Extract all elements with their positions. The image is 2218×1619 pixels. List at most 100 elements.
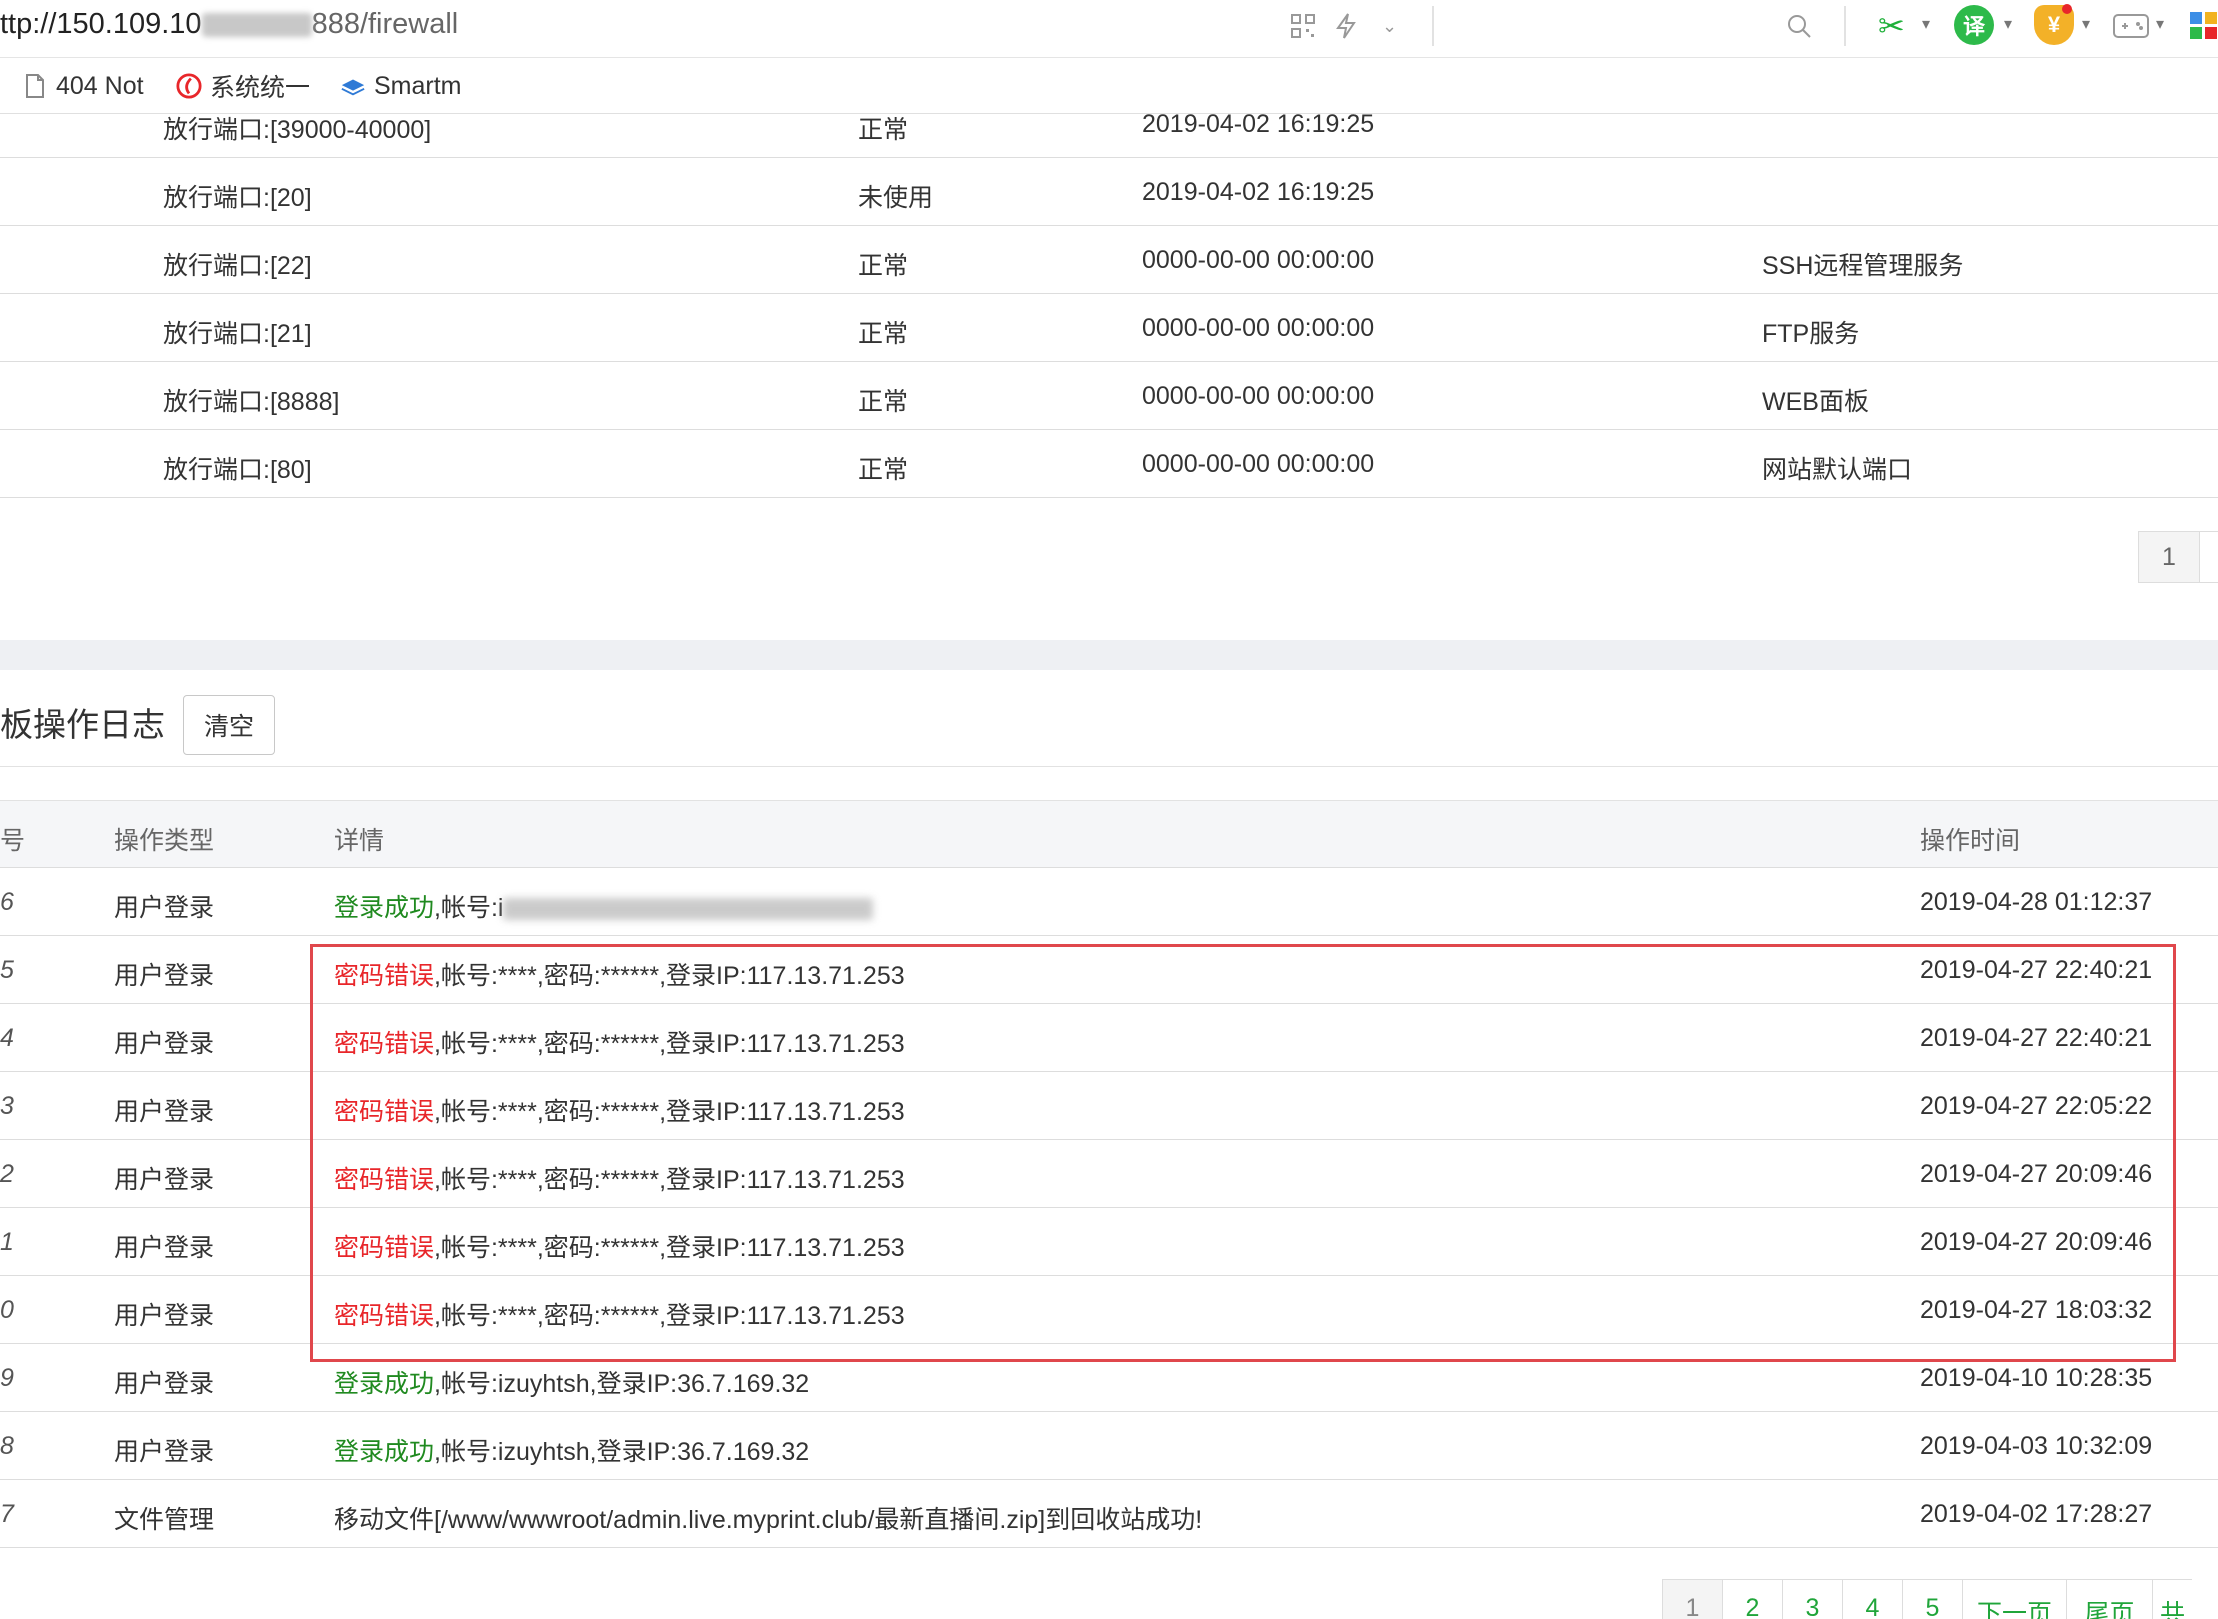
chevron-down-icon[interactable]: ▾ xyxy=(1922,14,1930,34)
pagination: 1 2 3 4 5 下一页 尾页共 xyxy=(1662,1579,2192,1619)
operation-type: 文件管理 xyxy=(114,1506,215,1534)
operation-type: 用户登录 xyxy=(114,1370,215,1398)
table-row: 放行端口:[80] 正常 0000-00-00 00:00:00 网站默认端口 xyxy=(0,430,2218,498)
table-row: 2 用户登录 密码错误,帐号:****,密码:******,登录IP:117.13.… xyxy=(0,1140,2218,1208)
pagination-total: 共 xyxy=(2152,1579,2192,1619)
operation-type: 用户登录 xyxy=(114,1098,215,1126)
search-icon[interactable] xyxy=(1786,8,1812,44)
chevron-down-icon[interactable]: ▾ xyxy=(2082,14,2090,34)
error-status: 密码错误 xyxy=(334,1030,435,1058)
detail-text: ,帐号:****,密码:******,登录IP:117.13.71.253 xyxy=(434,1234,905,1262)
log-detail: 密码错误,帐号:****,密码:******,登录IP:117.13.71.25… xyxy=(334,1296,905,1332)
clear-log-button[interactable]: 清空 xyxy=(183,695,275,755)
pagination-page[interactable]: 2 xyxy=(1722,1579,1782,1619)
url-field[interactable]: ttp://150.109.10 888/firewall xyxy=(0,8,458,41)
row-number: 9 xyxy=(0,1364,14,1392)
chevron-down-icon[interactable]: ⌄ xyxy=(1382,8,1397,44)
last-page-button[interactable]: 尾页 xyxy=(2066,1579,2152,1619)
next-page-button[interactable]: 下一页 xyxy=(1962,1579,2066,1619)
address-bar[interactable]: ttp://150.109.10 888/firewall ⌄ ✂ ▾ 译 ▾ ¥… xyxy=(0,0,2218,58)
translate-icon[interactable]: 译 xyxy=(1954,5,1994,45)
table-row: 放行端口:[39000-40000] 正常 2019-04-02 16:19:2… xyxy=(0,90,2218,158)
log-detail: 登录成功,帐号:izuyhtsh,登录IP:36.7.169.32 xyxy=(334,1432,809,1468)
blurred-text xyxy=(503,898,874,921)
operation-type: 用户登录 xyxy=(114,962,215,990)
detail-text: ,帐号:****,密码:******,登录IP:117.13.71.253 xyxy=(434,1166,905,1194)
detail-text: ,帐号:izuyhtsh,登录IP:36.7.169.32 xyxy=(434,1438,810,1466)
table-row: 放行端口:[21] 正常 0000-00-00 00:00:00 FTP服务 xyxy=(0,294,2218,362)
table-header: 号 操作类型 详情 操作时间 xyxy=(0,800,2218,868)
operation-type: 用户登录 xyxy=(114,1438,215,1466)
divider xyxy=(0,766,2218,767)
table-row: 9 用户登录 登录成功,帐号:izuyhtsh,登录IP:36.7.169.32 20… xyxy=(0,1344,2218,1412)
scissors-icon[interactable]: ✂ xyxy=(1878,8,1905,44)
operation-type: 用户登录 xyxy=(114,1030,215,1058)
table-row: 放行端口:[22] 正常 0000-00-00 00:00:00 SSH远程管理… xyxy=(0,226,2218,294)
chevron-down-icon[interactable]: ▾ xyxy=(2156,14,2164,34)
operation-type: 用户登录 xyxy=(114,1234,215,1262)
log-detail: 登录成功,帐号:i xyxy=(334,888,874,924)
apps-grid-icon[interactable] xyxy=(2190,8,2218,44)
log-detail: 密码错误,帐号:****,密码:******,登录IP:117.13.71.25… xyxy=(334,1228,905,1264)
operation-type: 用户登录 xyxy=(114,894,215,922)
operation-time: 2019-04-27 22:05:22 xyxy=(1920,1092,2153,1120)
operation-time: 2019-04-27 20:09:46 xyxy=(1920,1228,2153,1256)
table-row: 6 用户登录 登录成功,帐号:i 2019-04-28 01:12:37 xyxy=(0,868,2218,936)
table-row: 0 用户登录 密码错误,帐号:****,密码:******,登录IP:117.13.… xyxy=(0,1276,2218,1344)
operation-time: 2019-04-27 18:03:32 xyxy=(1920,1296,2153,1324)
pagination-page[interactable]: 3 xyxy=(1782,1579,1842,1619)
pagination-page[interactable]: 5 xyxy=(1902,1579,1962,1619)
section-divider xyxy=(0,640,2218,670)
row-number: 4 xyxy=(0,1024,14,1052)
operation-time: 2019-04-27 22:40:21 xyxy=(1920,956,2153,984)
row-number: 2 xyxy=(0,1160,14,1188)
table-row: 5 用户登录 密码错误,帐号:****,密码:******,登录IP:117.13.… xyxy=(0,936,2218,1004)
table-row: 放行端口:[20] 未使用 2019-04-02 16:19:25 xyxy=(0,158,2218,226)
row-number: 0 xyxy=(0,1296,14,1324)
operation-type: 用户登录 xyxy=(114,1302,215,1330)
detail-text: ,帐号:****,密码:******,登录IP:117.13.71.253 xyxy=(434,1030,905,1058)
log-detail: 密码错误,帐号:****,密码:******,登录IP:117.13.71.25… xyxy=(334,1160,905,1196)
detail-text: ,帐号:izuyhtsh,登录IP:36.7.169.32 xyxy=(434,1370,810,1398)
notification-dot xyxy=(2062,4,2072,14)
log-detail: 移动文件[/www/wwwroot/admin.live.myprint.clu… xyxy=(334,1500,1202,1536)
detail-text: ,帐号:****,密码:******,登录IP:117.13.71.253 xyxy=(434,962,905,990)
detail-text: 移动文件[/www/wwwroot/admin.live.myprint.clu… xyxy=(334,1506,1203,1534)
operation-time: 2019-04-27 20:09:46 xyxy=(1920,1160,2153,1188)
divider xyxy=(1432,6,1434,46)
operation-time: 2019-04-10 10:28:35 xyxy=(1920,1364,2153,1392)
detail-text: ,帐号:****,密码:******,登录IP:117.13.71.253 xyxy=(434,1098,905,1126)
section-title: 板操作日志 xyxy=(0,706,165,743)
error-status: 密码错误 xyxy=(334,1302,435,1330)
success-status: 登录成功 xyxy=(334,1370,435,1398)
gamepad-icon[interactable] xyxy=(2112,8,2150,44)
success-status: 登录成功 xyxy=(334,1438,435,1466)
table-row: 7 文件管理 移动文件[/www/wwwroot/admin.live.myprin… xyxy=(0,1480,2218,1548)
log-detail: 密码错误,帐号:****,密码:******,登录IP:117.13.71.25… xyxy=(334,1024,905,1060)
log-detail: 登录成功,帐号:izuyhtsh,登录IP:36.7.169.32 xyxy=(334,1364,809,1400)
qr-code-icon[interactable] xyxy=(1290,8,1316,44)
divider xyxy=(1844,6,1846,46)
table-row: 1 用户登录 密码错误,帐号:****,密码:******,登录IP:117.13.… xyxy=(0,1208,2218,1276)
log-detail: 密码错误,帐号:****,密码:******,登录IP:117.13.71.25… xyxy=(334,1092,905,1128)
row-number: 3 xyxy=(0,1092,14,1120)
table-row: 4 用户登录 密码错误,帐号:****,密码:******,登录IP:117.13.… xyxy=(0,1004,2218,1072)
error-status: 密码错误 xyxy=(334,1234,435,1262)
operation-time: 2019-04-27 22:40:21 xyxy=(1920,1024,2153,1052)
pagination-next-edge[interactable] xyxy=(2199,531,2218,583)
operation-time: 2019-04-03 10:32:09 xyxy=(1920,1432,2153,1460)
lightning-icon[interactable] xyxy=(1334,8,1358,44)
operation-time: 2019-04-28 01:12:37 xyxy=(1920,888,2153,916)
error-status: 密码错误 xyxy=(334,1098,435,1126)
chevron-down-icon[interactable]: ▾ xyxy=(2004,14,2012,34)
operation-type: 用户登录 xyxy=(114,1166,215,1194)
pagination-page[interactable]: 1 xyxy=(1662,1579,1722,1619)
table-row: 放行端口:[8888] 正常 0000-00-00 00:00:00 WEB面板 xyxy=(0,362,2218,430)
detail-text: ,帐号:i xyxy=(434,894,504,922)
blurred-url-segment xyxy=(201,13,312,38)
table-row: 8 用户登录 登录成功,帐号:izuyhtsh,登录IP:36.7.169.32 20… xyxy=(0,1412,2218,1480)
row-number: 1 xyxy=(0,1228,14,1256)
pagination-page[interactable]: 1 xyxy=(2138,531,2200,583)
pagination-page[interactable]: 4 xyxy=(1842,1579,1902,1619)
error-status: 密码错误 xyxy=(334,1166,435,1194)
